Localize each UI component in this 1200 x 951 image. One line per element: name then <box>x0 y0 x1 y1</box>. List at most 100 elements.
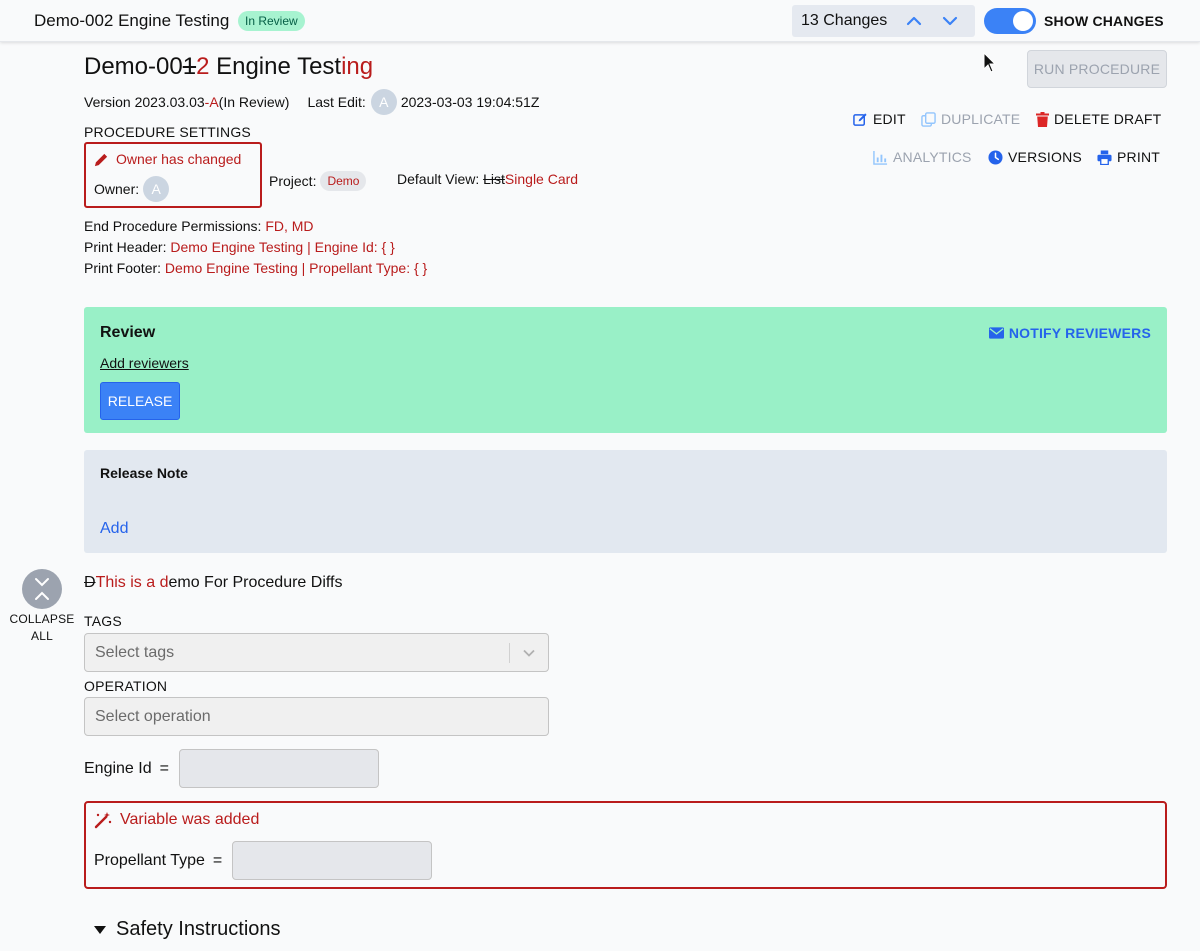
collapse-label-line1: COLLAPSE <box>9 612 75 626</box>
analytics-icon <box>873 150 888 165</box>
select-divider <box>509 643 510 663</box>
title-added-suffix: ing <box>341 53 374 80</box>
procedure-settings-heading: PROCEDURE SETTINGS <box>84 124 251 140</box>
analytics-button[interactable]: ANALYTICS <box>873 149 972 165</box>
print-icon <box>1097 149 1112 165</box>
review-title: Review <box>100 324 156 341</box>
magic-wand-icon <box>94 812 112 829</box>
collapse-label-line2: ALL <box>31 629 53 643</box>
description-removed: D <box>84 574 96 591</box>
last-edit-label: Last Edit: <box>307 94 366 110</box>
changes-count: 13 Changes <box>801 12 888 29</box>
add-reviewers-link[interactable]: Add reviewers <box>100 355 189 371</box>
default-view-new: Single Card <box>504 171 579 187</box>
duplicate-icon <box>921 111 936 127</box>
top-bar: Demo-002 Engine Testing In Review 13 Cha… <box>0 0 1200 42</box>
print-footer-value: Demo Engine Testing | Propellant Type: {… <box>164 260 428 276</box>
last-edit-time: 2023-03-03 19:04:51Z <box>400 94 540 110</box>
propellant-type-label: Propellant Type <box>94 851 205 869</box>
description-rest: emo For Procedure Diffs <box>168 574 343 591</box>
version-label: Version 2023.03.03 <box>84 94 205 110</box>
show-changes-label: SHOW CHANGES <box>1044 13 1164 29</box>
variable-added-box: Variable was added Propellant Type = <box>84 801 1167 889</box>
tags-label: TAGS <box>84 613 122 629</box>
review-panel: Review NOTIFY REVIEWERS Add reviewers RE… <box>84 307 1167 433</box>
print-header: Print Header: Demo Engine Testing | Engi… <box>84 239 395 255</box>
caret-down-icon <box>94 925 106 934</box>
notify-reviewers-label: NOTIFY REVIEWERS <box>1008 325 1151 341</box>
print-footer: Print Footer: Demo Engine Testing | Prop… <box>84 260 427 276</box>
project-line: Project: Demo <box>269 171 367 191</box>
title-prefix: Demo-00 <box>84 53 183 80</box>
collapse-all-label: COLLAPSE ALL <box>2 611 82 645</box>
collapse-icon <box>35 578 49 600</box>
versions-label: VERSIONS <box>1008 149 1082 165</box>
description-added: This is a d <box>95 574 169 591</box>
edit-button[interactable]: EDIT <box>853 111 906 127</box>
owner-changed-notice: Owner has changed <box>94 151 241 167</box>
title-mid: Engine Test <box>209 53 342 80</box>
avatar: A <box>143 176 170 202</box>
print-button[interactable]: PRINT <box>1097 149 1160 165</box>
end-permissions: End Procedure Permissions: FD, MD <box>84 218 314 234</box>
analytics-label: ANALYTICS <box>893 149 972 165</box>
version-suffix: -A <box>204 94 219 110</box>
duplicate-button[interactable]: DUPLICATE <box>921 111 1020 127</box>
tags-select[interactable]: Select tags <box>84 633 549 672</box>
duplicate-label: DUPLICATE <box>941 111 1021 127</box>
operation-label: OPERATION <box>84 678 168 694</box>
print-label: PRINT <box>1117 149 1160 165</box>
owner-line: Owner: A <box>94 176 170 202</box>
chevron-down-icon[interactable] <box>940 11 960 31</box>
envelope-icon <box>988 327 1004 339</box>
edit-icon <box>853 112 867 126</box>
run-procedure-button[interactable]: RUN PROCEDURE <box>1027 50 1167 88</box>
notify-reviewers-button[interactable]: NOTIFY REVIEWERS <box>988 325 1151 341</box>
release-note-add-link[interactable]: Add <box>100 520 128 538</box>
default-view-old: List <box>483 171 505 187</box>
variable-added-text: Variable was added <box>120 811 260 828</box>
propellant-type-row: Propellant Type = <box>94 841 433 880</box>
end-permissions-value: FD, MD <box>265 218 314 234</box>
release-note-panel: Release Note Add <box>84 450 1167 553</box>
top-title: Demo-002 Engine Testing <box>34 11 230 30</box>
procedure-description: DThis is a demo For Procedure Diffs <box>84 574 342 592</box>
default-view-label: Default View: <box>397 171 484 187</box>
delete-draft-button[interactable]: DELETE DRAFT <box>1036 111 1161 127</box>
changes-navigator: 13 Changes <box>792 5 975 37</box>
page-title: Demo-0012 Engine Testing <box>84 53 373 81</box>
end-permissions-label: End Procedure Permissions: <box>84 218 266 234</box>
title-removed: 1 <box>182 53 197 80</box>
show-changes-toggle[interactable] <box>984 8 1036 34</box>
pencil-icon <box>94 153 108 166</box>
equals-sign: = <box>159 759 169 777</box>
owner-label: Owner: <box>94 181 140 197</box>
engine-id-input[interactable] <box>178 749 379 788</box>
delete-draft-label: DELETE DRAFT <box>1054 111 1162 127</box>
print-header-label: Print Header: <box>84 239 171 255</box>
release-button[interactable]: RELEASE <box>100 382 180 420</box>
chevron-up-icon[interactable] <box>904 11 924 31</box>
avatar: A <box>370 89 397 115</box>
status-badge: In Review <box>238 11 305 31</box>
collapse-all-button[interactable] <box>22 569 62 609</box>
trash-icon <box>1036 111 1049 127</box>
clock-icon <box>988 149 1003 165</box>
tags-placeholder: Select tags <box>95 644 175 661</box>
print-footer-label: Print Footer: <box>84 260 165 276</box>
edit-label: EDIT <box>873 111 906 127</box>
mouse-cursor-icon <box>983 52 997 73</box>
operation-select[interactable]: Select operation <box>84 697 549 736</box>
engine-id-row: Engine Id = <box>84 749 379 788</box>
safety-instructions-label: Safety Instructions <box>116 918 281 940</box>
toggle-knob <box>1013 11 1033 31</box>
version-state: (In Review) <box>218 94 290 110</box>
propellant-type-input[interactable] <box>232 841 433 880</box>
safety-instructions-toggle[interactable]: Safety Instructions <box>94 918 281 941</box>
engine-id-label: Engine Id <box>84 759 152 777</box>
versions-button[interactable]: VERSIONS <box>988 149 1082 165</box>
equals-sign: = <box>212 851 223 869</box>
chevron-down-icon <box>523 649 535 657</box>
operation-placeholder: Select operation <box>95 708 211 725</box>
title-added: 2 <box>196 53 210 80</box>
